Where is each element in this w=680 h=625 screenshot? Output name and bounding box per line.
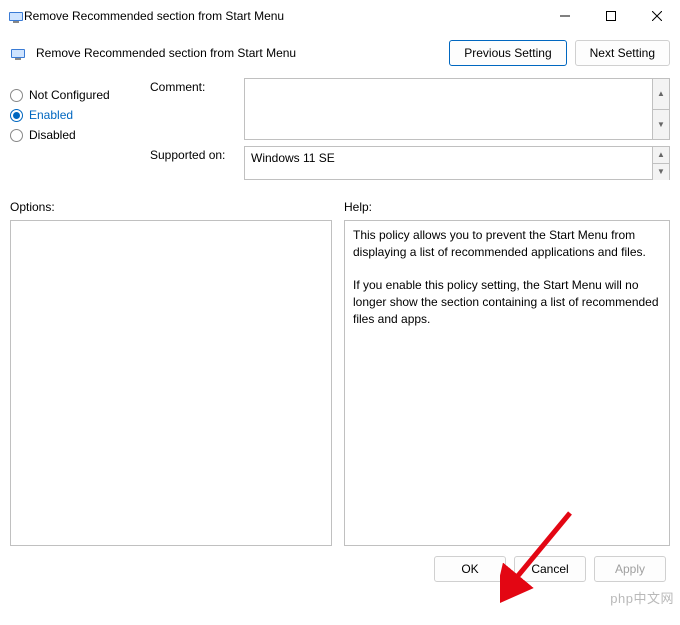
comment-label: Comment: xyxy=(150,78,232,94)
next-setting-button[interactable]: Next Setting xyxy=(575,40,670,66)
previous-setting-button[interactable]: Previous Setting xyxy=(449,40,566,66)
radio-disabled[interactable]: Disabled xyxy=(10,128,140,142)
radio-icon xyxy=(10,109,23,122)
scroll-down-icon[interactable]: ▼ xyxy=(652,109,669,140)
policy-icon xyxy=(8,8,24,24)
dialog-footer: OK Cancel Apply xyxy=(0,548,680,590)
minimize-button[interactable] xyxy=(542,0,588,32)
subheader: Remove Recommended section from Start Me… xyxy=(0,32,680,74)
apply-button[interactable]: Apply xyxy=(594,556,666,582)
scrollbar[interactable]: ▲ ▼ xyxy=(652,79,669,139)
radio-label: Disabled xyxy=(29,128,76,142)
window-title: Remove Recommended section from Start Me… xyxy=(24,9,542,23)
titlebar: Remove Recommended section from Start Me… xyxy=(0,0,680,32)
maximize-button[interactable] xyxy=(588,0,634,32)
policy-name: Remove Recommended section from Start Me… xyxy=(36,46,296,60)
radio-icon xyxy=(10,89,23,102)
radio-label: Not Configured xyxy=(29,88,110,102)
window-controls xyxy=(542,0,680,32)
policy-icon xyxy=(10,45,26,61)
comment-input[interactable]: ▲ ▼ xyxy=(244,78,670,140)
supported-on-label: Supported on: xyxy=(150,146,232,162)
cancel-button[interactable]: Cancel xyxy=(514,556,586,582)
close-button[interactable] xyxy=(634,0,680,32)
radio-enabled[interactable]: Enabled xyxy=(10,108,140,122)
help-label: Help: xyxy=(344,200,670,214)
help-text: This policy allows you to prevent the St… xyxy=(353,227,661,261)
supported-on-field: Windows 11 SE ▲ ▼ xyxy=(244,146,670,180)
scroll-down-icon[interactable]: ▼ xyxy=(652,163,669,180)
help-text: If you enable this policy setting, the S… xyxy=(353,277,661,327)
radio-label: Enabled xyxy=(29,108,73,122)
scroll-up-icon[interactable]: ▲ xyxy=(652,79,669,109)
ok-button[interactable]: OK xyxy=(434,556,506,582)
options-panel xyxy=(10,220,332,546)
options-label: Options: xyxy=(10,200,332,214)
scrollbar[interactable]: ▲ ▼ xyxy=(652,147,669,179)
scroll-up-icon[interactable]: ▲ xyxy=(652,147,669,163)
config-area: Not Configured Enabled Disabled Comment:… xyxy=(0,74,680,192)
radio-not-configured[interactable]: Not Configured xyxy=(10,88,140,102)
lower-panels: Options: Help: This policy allows you to… xyxy=(0,192,680,548)
state-radio-group: Not Configured Enabled Disabled xyxy=(10,78,140,186)
radio-icon xyxy=(10,129,23,142)
watermark: php中文网 xyxy=(610,588,674,607)
help-panel: This policy allows you to prevent the St… xyxy=(344,220,670,546)
